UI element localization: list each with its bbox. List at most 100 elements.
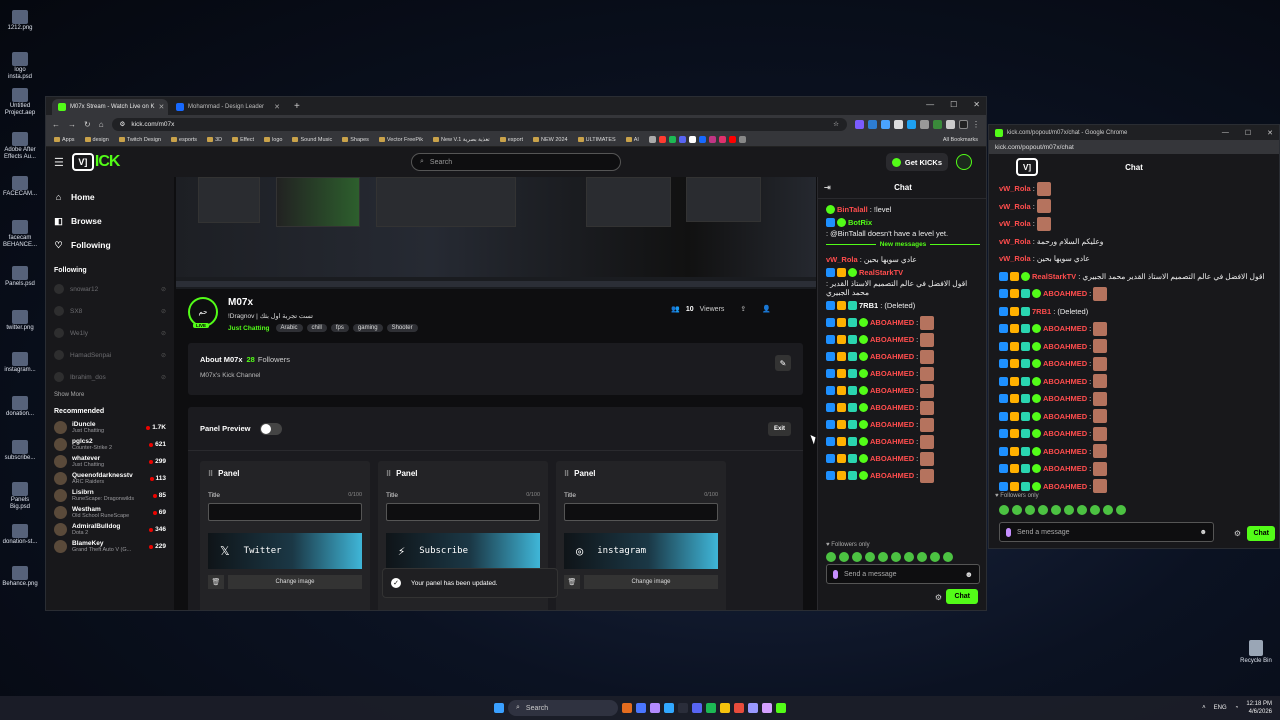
bookmark-favicon-icon[interactable] <box>678 136 686 143</box>
after-effects-icon[interactable] <box>748 703 758 713</box>
profile-avatar[interactable] <box>959 119 968 129</box>
panel-preview-toggle[interactable] <box>260 422 283 435</box>
all-bookmarks[interactable]: All Bookmarks <box>943 137 978 143</box>
chat-username[interactable]: ABOAHMED <box>1043 289 1087 298</box>
bookmark-item[interactable]: New V.1 تغذية بصرية <box>433 137 490 143</box>
spotify-icon[interactable] <box>706 703 716 713</box>
chat-send-button[interactable]: Chat <box>946 589 978 604</box>
desktop-file-icon[interactable]: FACECAM... <box>2 176 38 198</box>
emote-icon[interactable] <box>1051 505 1061 515</box>
emote-icon[interactable] <box>839 552 849 562</box>
new-tab-icon[interactable]: + <box>288 101 306 112</box>
desktop-file-icon[interactable]: logo insta.psd <box>2 52 38 81</box>
drag-handle-icon[interactable]: ⠿ <box>386 470 391 478</box>
emote-icon[interactable] <box>1090 505 1100 515</box>
emote-icon[interactable] <box>865 552 875 562</box>
collapse-chat-icon[interactable]: ⇥ <box>824 183 831 192</box>
chat-username[interactable]: vW_Rola <box>999 237 1031 246</box>
chat-username[interactable]: ABOAHMED <box>1043 342 1087 351</box>
bookmark-item[interactable]: esports <box>171 137 197 143</box>
bookmark-item[interactable]: design <box>84 137 109 143</box>
chat-username[interactable]: ABOAHMED <box>870 420 914 429</box>
panel-card-header[interactable]: ⠿ Panel <box>564 469 718 478</box>
chat-username[interactable]: ABOAHMED <box>870 437 914 446</box>
close-tab-icon[interactable]: ✕ <box>158 103 164 111</box>
chat-username[interactable]: ABOAHMED <box>870 318 914 327</box>
recommended-item[interactable]: AdmiralBulldog Dota 2 346 <box>54 521 166 538</box>
chat-username[interactable]: ABOAHMED <box>1043 359 1087 368</box>
bookmark-item[interactable]: Sound Music <box>292 137 332 143</box>
chrome-icon[interactable] <box>776 703 786 713</box>
bookmark-item[interactable]: AI <box>625 137 639 143</box>
follow-user-icon[interactable]: 👤 <box>762 305 771 313</box>
bookmark-item[interactable]: esport <box>499 137 523 143</box>
chat-username[interactable]: ABOAHMED <box>870 369 914 378</box>
desktop-file-icon[interactable]: Panels.psd <box>2 266 38 288</box>
desktop-file-icon[interactable]: facecam BEHANCE... <box>2 220 38 249</box>
bookmark-star-icon[interactable]: ☆ <box>833 120 839 128</box>
desktop-file-icon[interactable]: Untitled Project.aep <box>2 88 38 117</box>
desktop-file-icon[interactable]: donation-st... <box>2 524 38 546</box>
recommended-item[interactable]: pglcs2 Counter-Strike 2 621 <box>54 436 166 453</box>
emote-icon[interactable] <box>1116 505 1126 515</box>
chat-username[interactable]: ABOAHMED <box>1043 464 1087 473</box>
chat-username[interactable]: ABOAHMED <box>1043 377 1087 386</box>
bookmark-favicon-icon[interactable] <box>668 136 676 143</box>
bookmark-item[interactable]: Twitch Design <box>118 137 161 143</box>
bookmark-item[interactable]: Effect <box>232 137 254 143</box>
chat-input[interactable]: Send a message ☻ <box>826 564 980 584</box>
following-item[interactable]: SX8 ⊘ <box>54 300 166 322</box>
close-tab-icon[interactable]: ✕ <box>274 103 280 111</box>
taskbar-search[interactable]: ⌕ Search <box>508 700 618 716</box>
settings-gear-icon[interactable]: ⚙ <box>935 593 942 602</box>
emote-icon[interactable] <box>891 552 901 562</box>
emote-icon[interactable] <box>826 552 836 562</box>
chat-username[interactable]: vW_Rola <box>999 202 1031 211</box>
chat-username[interactable]: vW_Rola <box>999 219 1031 228</box>
chat-username[interactable]: vW_Rola <box>826 255 858 264</box>
menu-dots-icon[interactable]: ⋮ <box>972 120 980 129</box>
maximize-icon[interactable]: ☐ <box>1245 129 1251 137</box>
extension-icon[interactable] <box>894 119 903 129</box>
exit-button[interactable]: Exit <box>767 421 791 436</box>
bookmark-favicon-icon[interactable] <box>738 136 746 143</box>
chat-username[interactable]: ABOAHMED <box>870 335 914 344</box>
stream-preview[interactable] <box>176 177 816 289</box>
nav-browse[interactable]: ◧ Browse <box>54 209 166 233</box>
panel-title-input[interactable] <box>386 503 540 521</box>
desktop-file-icon[interactable]: 1212.png <box>2 10 38 32</box>
tag-chip[interactable]: fps <box>330 324 349 332</box>
edit-pencil-icon[interactable]: ✎ <box>775 355 791 371</box>
emote-icon[interactable] <box>999 505 1009 515</box>
bookmark-favicon-icon[interactable] <box>688 136 696 143</box>
app-icon[interactable] <box>734 703 744 713</box>
recommended-item[interactable]: Lisibrn RuneScape: Dragonwilds 85 <box>54 487 166 504</box>
chat-username[interactable]: vW_Rola <box>999 184 1031 193</box>
emote-icon[interactable] <box>1077 505 1087 515</box>
extension-icon[interactable] <box>920 119 929 129</box>
close-window-icon[interactable]: ✕ <box>1267 129 1273 137</box>
close-window-icon[interactable]: ✕ <box>973 100 980 109</box>
bookmark-item[interactable]: Shapes <box>342 137 369 143</box>
tag-chip[interactable]: Shooter <box>386 324 418 332</box>
app-icon[interactable] <box>650 703 660 713</box>
desktop-file-icon[interactable]: Behance.png <box>2 566 38 588</box>
tab-behance[interactable]: Mohammad - Design Leader ✕ <box>170 99 286 115</box>
chat-username[interactable]: ABOAHMED <box>1043 412 1087 421</box>
minimize-icon[interactable]: — <box>926 100 934 109</box>
recommended-item[interactable]: Queenofdarknesstv ARC Raiders 113 <box>54 470 166 487</box>
chat-username[interactable]: vW_Rola <box>999 254 1031 263</box>
chat-username[interactable]: ABOAHMED <box>1043 429 1087 438</box>
tab-kick[interactable]: M07x Stream - Watch Live on K ✕ <box>52 99 168 115</box>
category-link[interactable]: Just Chatting <box>228 325 270 332</box>
clock[interactable]: 12:18 PM 4/6/2026 <box>1246 700 1272 716</box>
emoji-icon[interactable]: ☻ <box>1200 529 1207 536</box>
trash-icon[interactable]: 🗑 <box>208 575 224 589</box>
change-image-button[interactable]: Change image <box>584 575 718 589</box>
bookmark-favicon-icon[interactable] <box>648 136 656 143</box>
hamburger-menu-icon[interactable]: ☰ <box>54 156 64 169</box>
premiere-icon[interactable] <box>762 703 772 713</box>
chat-username[interactable]: ABOAHMED <box>870 403 914 412</box>
desktop-file-icon[interactable]: twitter.png <box>2 310 38 332</box>
wifi-icon[interactable]: ◔ <box>1235 705 1239 711</box>
